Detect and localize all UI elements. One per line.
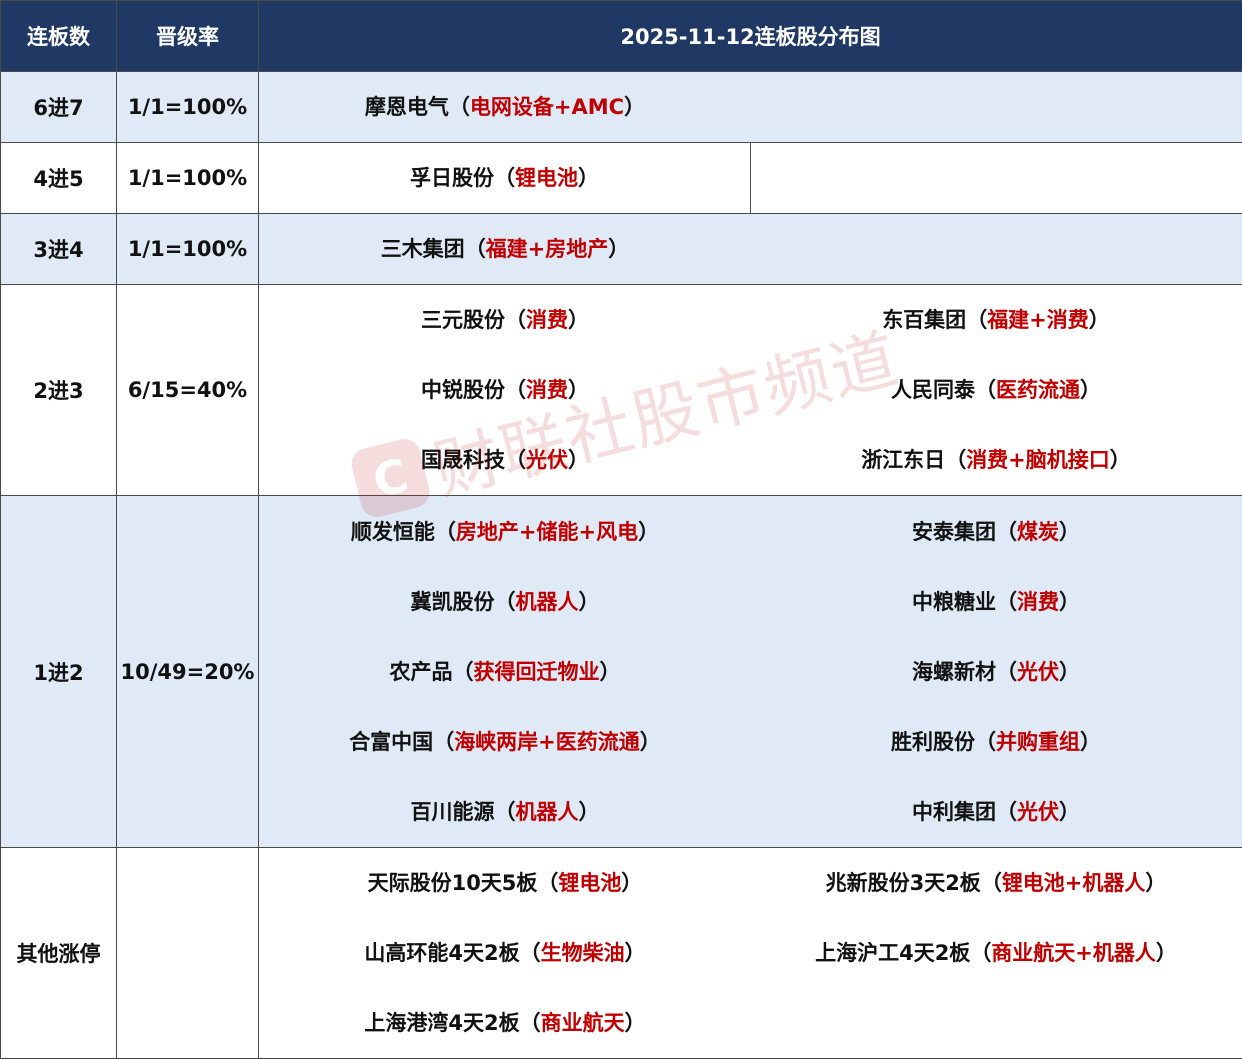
row-others: 其他涨停 天际股份10天5板（锂电池） 兆新股份3天2板（锂电池+机器人） 山高… <box>1 848 1242 1059</box>
stock-entry: 兆新股份3天2板（锂电池+机器人） <box>751 848 1241 918</box>
stocks-cell: 天际股份10天5板（锂电池） 兆新股份3天2板（锂电池+机器人） 山高环能4天2… <box>259 848 1242 1059</box>
stock-entry: 上海沪工4天2板（商业航天+机器人） <box>751 918 1241 988</box>
header-row: 连板数 晋级率 2025-11-12连板股分布图 <box>1 1 1242 72</box>
stocks-cell: 摩恩电气（电网设备+AMC） <box>259 72 1242 143</box>
row-2to3: 2进3 6/15=40% 三元股份（消费） 东百集团（福建+消费） 中锐股份（消… <box>1 285 1242 496</box>
stock-entry: 胜利股份（并购重组） <box>751 707 1241 777</box>
empty-cell <box>751 143 1242 214</box>
stock-entry: 中粮糖业（消费） <box>751 567 1241 637</box>
stock-entry: 三木集团（福建+房地产） <box>259 214 751 284</box>
level-cell: 3进4 <box>1 214 117 285</box>
rate-cell: 1/1=100% <box>117 214 259 285</box>
stock-entry: 摩恩电气（电网设备+AMC） <box>259 72 751 142</box>
row-3to4: 3进4 1/1=100% 三木集团（福建+房地产） <box>1 214 1242 285</box>
rate-cell: 1/1=100% <box>117 72 259 143</box>
level-cell: 6进7 <box>1 72 117 143</box>
stocks-cell: 孚日股份（锂电池） <box>259 143 751 214</box>
header-title: 2025-11-12连板股分布图 <box>259 1 1242 72</box>
stock-entry: 东百集团（福建+消费） <box>751 285 1241 355</box>
limit-up-board-table: 连板数 晋级率 2025-11-12连板股分布图 6进7 1/1=100% 摩恩… <box>0 0 1242 1059</box>
stock-entry: 顺发恒能（房地产+储能+风电） <box>259 497 751 567</box>
stock-entry: 山高环能4天2板（生物柴油） <box>259 918 751 988</box>
stock-entry: 孚日股份（锂电池） <box>259 143 750 213</box>
stocks-cell: 三元股份（消费） 东百集团（福建+消费） 中锐股份（消费） 人民同泰（医药流通）… <box>259 285 1242 496</box>
level-cell: 1进2 <box>1 496 117 848</box>
rate-cell <box>117 848 259 1059</box>
level-cell: 2进3 <box>1 285 117 496</box>
stock-entry: 冀凯股份（机器人） <box>259 567 751 637</box>
stocks-cell: 顺发恒能（房地产+储能+风电） 安泰集团（煤炭） 冀凯股份（机器人） 中粮糖业（… <box>259 496 1242 848</box>
stock-entry: 人民同泰（医药流通） <box>751 355 1241 425</box>
stock-entry: 上海港湾4天2板（商业航天） <box>259 988 751 1058</box>
rate-cell: 6/15=40% <box>117 285 259 496</box>
stock-entry: 合富中国（海峡两岸+医药流通） <box>259 707 751 777</box>
level-cell: 4进5 <box>1 143 117 214</box>
stock-entry: 国晟科技（光伏） <box>259 425 751 495</box>
stock-entry: 浙江东日（消费+脑机接口） <box>751 425 1241 495</box>
rate-cell: 10/49=20% <box>117 496 259 848</box>
header-level: 连板数 <box>1 1 117 72</box>
row-4to5: 4进5 1/1=100% 孚日股份（锂电池） <box>1 143 1242 214</box>
stock-entry: 百川能源（机器人） <box>259 777 751 847</box>
stock-entry: 中利集团（光伏） <box>751 777 1241 847</box>
stock-entry: 三元股份（消费） <box>259 285 751 355</box>
stocks-cell: 三木集团（福建+房地产） <box>259 214 1242 285</box>
stock-entry: 安泰集团（煤炭） <box>751 497 1241 567</box>
header-rate: 晋级率 <box>117 1 259 72</box>
row-1to2: 1进2 10/49=20% 顺发恒能（房地产+储能+风电） 安泰集团（煤炭） 冀… <box>1 496 1242 848</box>
stock-entry: 海螺新材（光伏） <box>751 637 1241 707</box>
level-cell: 其他涨停 <box>1 848 117 1059</box>
row-6to7: 6进7 1/1=100% 摩恩电气（电网设备+AMC） <box>1 72 1242 143</box>
rate-cell: 1/1=100% <box>117 143 259 214</box>
stock-entry: 天际股份10天5板（锂电池） <box>259 848 751 918</box>
stock-entry: 农产品（获得回迁物业） <box>259 637 751 707</box>
stock-entry: 中锐股份（消费） <box>259 355 751 425</box>
